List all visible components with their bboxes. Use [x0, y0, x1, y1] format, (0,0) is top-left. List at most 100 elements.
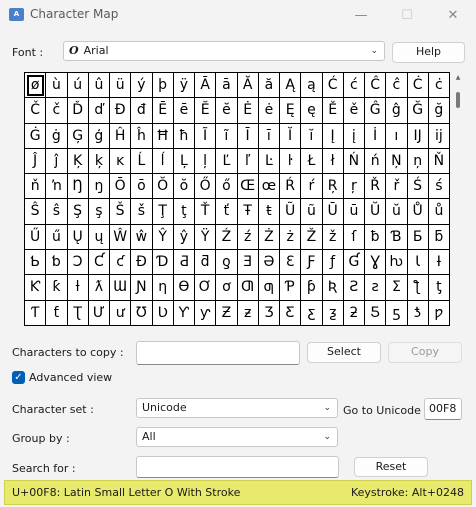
character-cell[interactable]: ơ — [216, 275, 238, 301]
character-cell[interactable]: Ƥ — [280, 275, 302, 301]
character-cell[interactable]: ļ — [195, 148, 217, 175]
character-cell[interactable]: Ć — [322, 73, 344, 99]
character-cell[interactable]: Ė — [237, 98, 259, 124]
character-cell[interactable]: Ę — [280, 98, 302, 124]
character-cell[interactable]: ĸ — [110, 148, 132, 175]
character-cell[interactable]: Ƅ — [25, 250, 47, 276]
character-cell[interactable]: ƍ — [216, 250, 238, 276]
character-cell[interactable]: Ĵ — [25, 148, 47, 175]
character-cell[interactable]: ť — [216, 199, 238, 225]
grid-scrollbar[interactable]: ▲ — [454, 72, 462, 326]
character-cell[interactable]: ũ — [301, 199, 323, 225]
character-cell[interactable]: Ě — [322, 98, 344, 124]
character-cell[interactable]: Ņ — [386, 148, 408, 175]
character-cell[interactable]: ń — [365, 148, 387, 175]
character-cell[interactable]: Ʋ — [152, 300, 174, 326]
character-cell[interactable]: ų — [88, 224, 110, 251]
character-cell[interactable]: ƚ — [67, 275, 89, 301]
character-cell[interactable]: ƈ — [110, 250, 132, 276]
character-cell[interactable]: Ĭ — [280, 123, 302, 149]
character-cell[interactable]: Ƣ — [237, 275, 259, 301]
advanced-view-checkbox[interactable]: ✓ — [12, 371, 25, 384]
character-cell[interactable]: Ą — [280, 73, 302, 99]
character-cell[interactable]: ƺ — [322, 300, 344, 326]
character-cell[interactable]: ĵ — [46, 148, 68, 175]
character-cell[interactable]: ĩ — [216, 123, 238, 149]
character-cell[interactable]: Ř — [365, 174, 387, 200]
character-cell[interactable]: Ķ — [67, 148, 89, 175]
character-cell[interactable]: ĉ — [386, 73, 408, 99]
character-cell[interactable]: ē — [173, 98, 195, 124]
character-cell[interactable]: ě — [343, 98, 365, 124]
character-cell[interactable]: Ŵ — [110, 224, 132, 251]
character-cell[interactable]: Ɩ — [407, 250, 429, 276]
character-cell[interactable]: į — [343, 123, 365, 149]
character-cell[interactable]: ė — [258, 98, 280, 124]
font-select[interactable]: O Arial ⌄ — [63, 41, 385, 61]
character-cell[interactable]: ą — [301, 73, 323, 99]
character-cell[interactable]: Ɓ — [386, 224, 408, 251]
character-grid[interactable]: øùúûüýþÿĀāĂăĄąĆćĈĉĊċ ČčĎďĐđĒēĔĕĖėĘęĚěĜĝĞğ… — [24, 72, 450, 326]
character-cell[interactable]: ŷ — [173, 224, 195, 251]
character-cell[interactable]: Ũ — [280, 199, 302, 225]
character-cell[interactable]: Ư — [88, 300, 110, 326]
character-cell[interactable]: ƻ — [343, 300, 365, 326]
search-input[interactable] — [136, 456, 339, 478]
close-button[interactable]: ✕ — [430, 0, 476, 31]
character-cell[interactable]: Ʊ — [131, 300, 153, 326]
character-cell[interactable]: Ƈ — [88, 250, 110, 276]
character-cell[interactable]: ř — [386, 174, 408, 200]
character-cell[interactable]: ł — [322, 148, 344, 175]
advanced-view-label[interactable]: Advanced view — [29, 371, 112, 384]
character-cell[interactable]: Ŧ — [237, 199, 259, 225]
character-cell[interactable]: ƞ — [152, 275, 174, 301]
character-cell[interactable]: ĝ — [386, 98, 408, 124]
selected-character-cell[interactable]: ø — [25, 73, 47, 99]
character-cell[interactable]: İ — [365, 123, 387, 149]
character-cell[interactable]: ƛ — [88, 275, 110, 301]
character-cell[interactable]: Ē — [152, 98, 174, 124]
character-cell[interactable]: ŉ — [46, 174, 68, 200]
character-cell[interactable]: Ū — [322, 199, 344, 225]
character-cell[interactable]: Ƃ — [407, 224, 429, 251]
character-cell[interactable]: Ʒ — [258, 300, 280, 326]
character-cell[interactable]: Ƹ — [280, 300, 302, 326]
character-cell[interactable]: ú — [67, 73, 89, 99]
character-cell[interactable]: ƿ — [428, 300, 450, 326]
character-cell[interactable]: ŋ — [88, 174, 110, 200]
character-cell[interactable]: Ɵ — [173, 275, 195, 301]
character-cell[interactable]: Č — [25, 98, 47, 124]
character-cell[interactable]: Ɨ — [428, 250, 450, 276]
character-cell[interactable]: ţ — [173, 199, 195, 225]
character-cell[interactable]: ħ — [173, 123, 195, 149]
character-cell[interactable]: ō — [131, 174, 153, 200]
character-cell[interactable]: Ŗ — [322, 174, 344, 200]
help-button[interactable]: Help — [392, 42, 465, 63]
characters-to-copy-input[interactable] — [136, 341, 300, 365]
character-cell[interactable]: Ɠ — [343, 250, 365, 276]
character-cell[interactable]: Į — [322, 123, 344, 149]
character-cell[interactable]: Ğ — [407, 98, 429, 124]
character-cell[interactable]: Ɖ — [131, 250, 153, 276]
character-cell[interactable]: Ơ — [195, 275, 217, 301]
character-cell[interactable]: Ď — [67, 98, 89, 124]
character-cell[interactable]: ź — [237, 224, 259, 251]
character-cell[interactable]: Š — [110, 199, 132, 225]
character-cell[interactable]: ƒ — [322, 250, 344, 276]
character-cell[interactable]: ĕ — [216, 98, 238, 124]
character-cell[interactable]: ƪ — [407, 275, 429, 301]
character-cell[interactable]: ă — [258, 73, 280, 99]
character-cell[interactable]: ý — [131, 73, 153, 99]
character-cell[interactable]: ĥ — [131, 123, 153, 149]
character-cell[interactable]: Ť — [195, 199, 217, 225]
scroll-up-arrow-icon[interactable]: ▲ — [454, 74, 462, 81]
character-cell[interactable]: Ĺ — [131, 148, 153, 175]
character-cell[interactable]: Ō — [110, 174, 132, 200]
character-cell[interactable]: ƙ — [46, 275, 68, 301]
character-cell[interactable]: Đ — [110, 98, 132, 124]
character-cell[interactable]: đ — [131, 98, 153, 124]
character-cell[interactable]: Ĝ — [365, 98, 387, 124]
character-cell[interactable]: Ƨ — [343, 275, 365, 301]
character-cell[interactable]: Ģ — [67, 123, 89, 149]
select-button[interactable]: Select — [307, 342, 381, 363]
